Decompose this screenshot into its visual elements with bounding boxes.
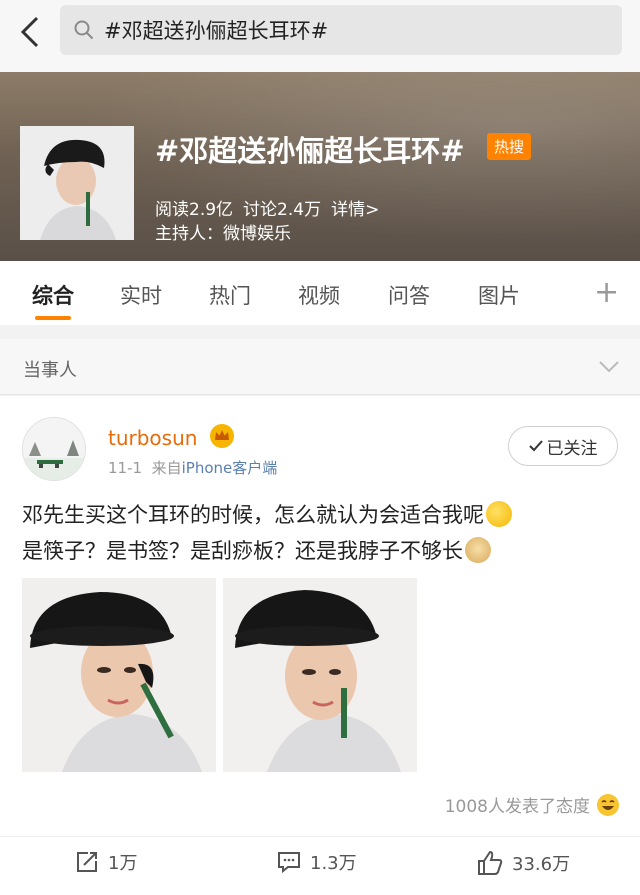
post-username[interactable]: turbosun (108, 426, 197, 450)
details-link[interactable]: 详情> (331, 200, 379, 220)
post-time: 11-1 (108, 459, 143, 477)
add-tab-button[interactable]: + (594, 275, 619, 310)
tab-hot[interactable]: 热门 (209, 280, 251, 310)
repost-count: 1万 (108, 853, 138, 874)
top-bar (0, 0, 640, 72)
section-label: 当事人 (23, 360, 77, 381)
active-tab-indicator (35, 316, 71, 320)
tab-comprehensive[interactable]: 综合 (32, 280, 74, 310)
repost-button[interactable]: 1万 (74, 849, 137, 875)
post-text-line-2: 是筷子？是书签？是刮痧板？还是我脖子不够长 (22, 539, 463, 563)
search-icon (74, 20, 94, 40)
tab-video[interactable]: 视频 (298, 280, 340, 310)
discussion-count: 讨论2.4万 (243, 200, 322, 220)
post-source-prefix: 来自 (151, 459, 182, 477)
like-button[interactable]: 33.6万 (476, 849, 570, 877)
like-count: 33.6万 (512, 854, 571, 875)
laughing-emoji-icon (597, 793, 619, 816)
post-actions: 1万 1.3万 33.6万 (0, 836, 640, 888)
post-image-2[interactable] (223, 578, 417, 772)
tab-bar: 综合 实时 热门 视频 问答 图片 + (0, 261, 640, 325)
tab-pictures[interactable]: 图片 (478, 280, 520, 310)
topic-host: 主持人：微博娱乐 (155, 224, 291, 244)
search-box[interactable] (60, 5, 622, 55)
doge-emoji-icon (465, 537, 491, 563)
post-image-1[interactable] (22, 578, 216, 772)
reaction-text: 1008人发表了态度 (444, 797, 590, 817)
topic-stats: 阅读2.9亿 讨论2.4万 详情> (155, 195, 389, 220)
comment-icon (278, 852, 300, 874)
checkmark-icon (528, 440, 543, 452)
following-button[interactable]: 已关注 (508, 426, 618, 466)
topic-cover-image[interactable] (20, 126, 134, 240)
repost-icon (77, 852, 97, 872)
thumbs-up-icon (478, 850, 503, 875)
topic-title: #邓超送孙俪超长耳环# (155, 134, 465, 168)
hot-badge: 热搜 (487, 133, 532, 160)
chevron-left-icon (20, 16, 39, 48)
comment-button[interactable]: 1.3万 (276, 849, 357, 875)
avatar[interactable] (22, 417, 86, 481)
post-text: 邓先生买这个耳环的时候，怎么就认为会适合我呢 是筷子？是书签？是刮痧板？还是我脖… (22, 497, 622, 569)
post-source[interactable]: iPhone客户端 (182, 459, 278, 477)
tab-qa[interactable]: 问答 (388, 280, 430, 310)
comment-count: 1.3万 (310, 853, 357, 874)
topic-header: #邓超送孙俪超长耳环# 热搜 阅读2.9亿 讨论2.4万 详情> 主持人：微博娱乐 (0, 72, 640, 261)
thinking-emoji-icon (486, 501, 512, 527)
following-label: 已关注 (546, 438, 598, 459)
post-card: turbosun 11-1 来自iPhone客户端 已关注 邓先生买这个耳环的时… (0, 396, 640, 895)
tab-realtime[interactable]: 实时 (120, 280, 162, 310)
back-button[interactable] (10, 12, 50, 52)
reaction-summary[interactable]: 1008人发表了态度 (445, 792, 620, 817)
search-input[interactable] (104, 18, 584, 42)
chevron-down-icon[interactable] (598, 359, 620, 378)
post-text-line-1: 邓先生买这个耳环的时候，怎么就认为会适合我呢 (22, 503, 484, 527)
read-count: 阅读2.9亿 (155, 200, 234, 220)
post-meta: 11-1 来自iPhone客户端 (108, 457, 277, 478)
section-header: 当事人 (0, 339, 640, 395)
crown-icon (209, 423, 235, 453)
